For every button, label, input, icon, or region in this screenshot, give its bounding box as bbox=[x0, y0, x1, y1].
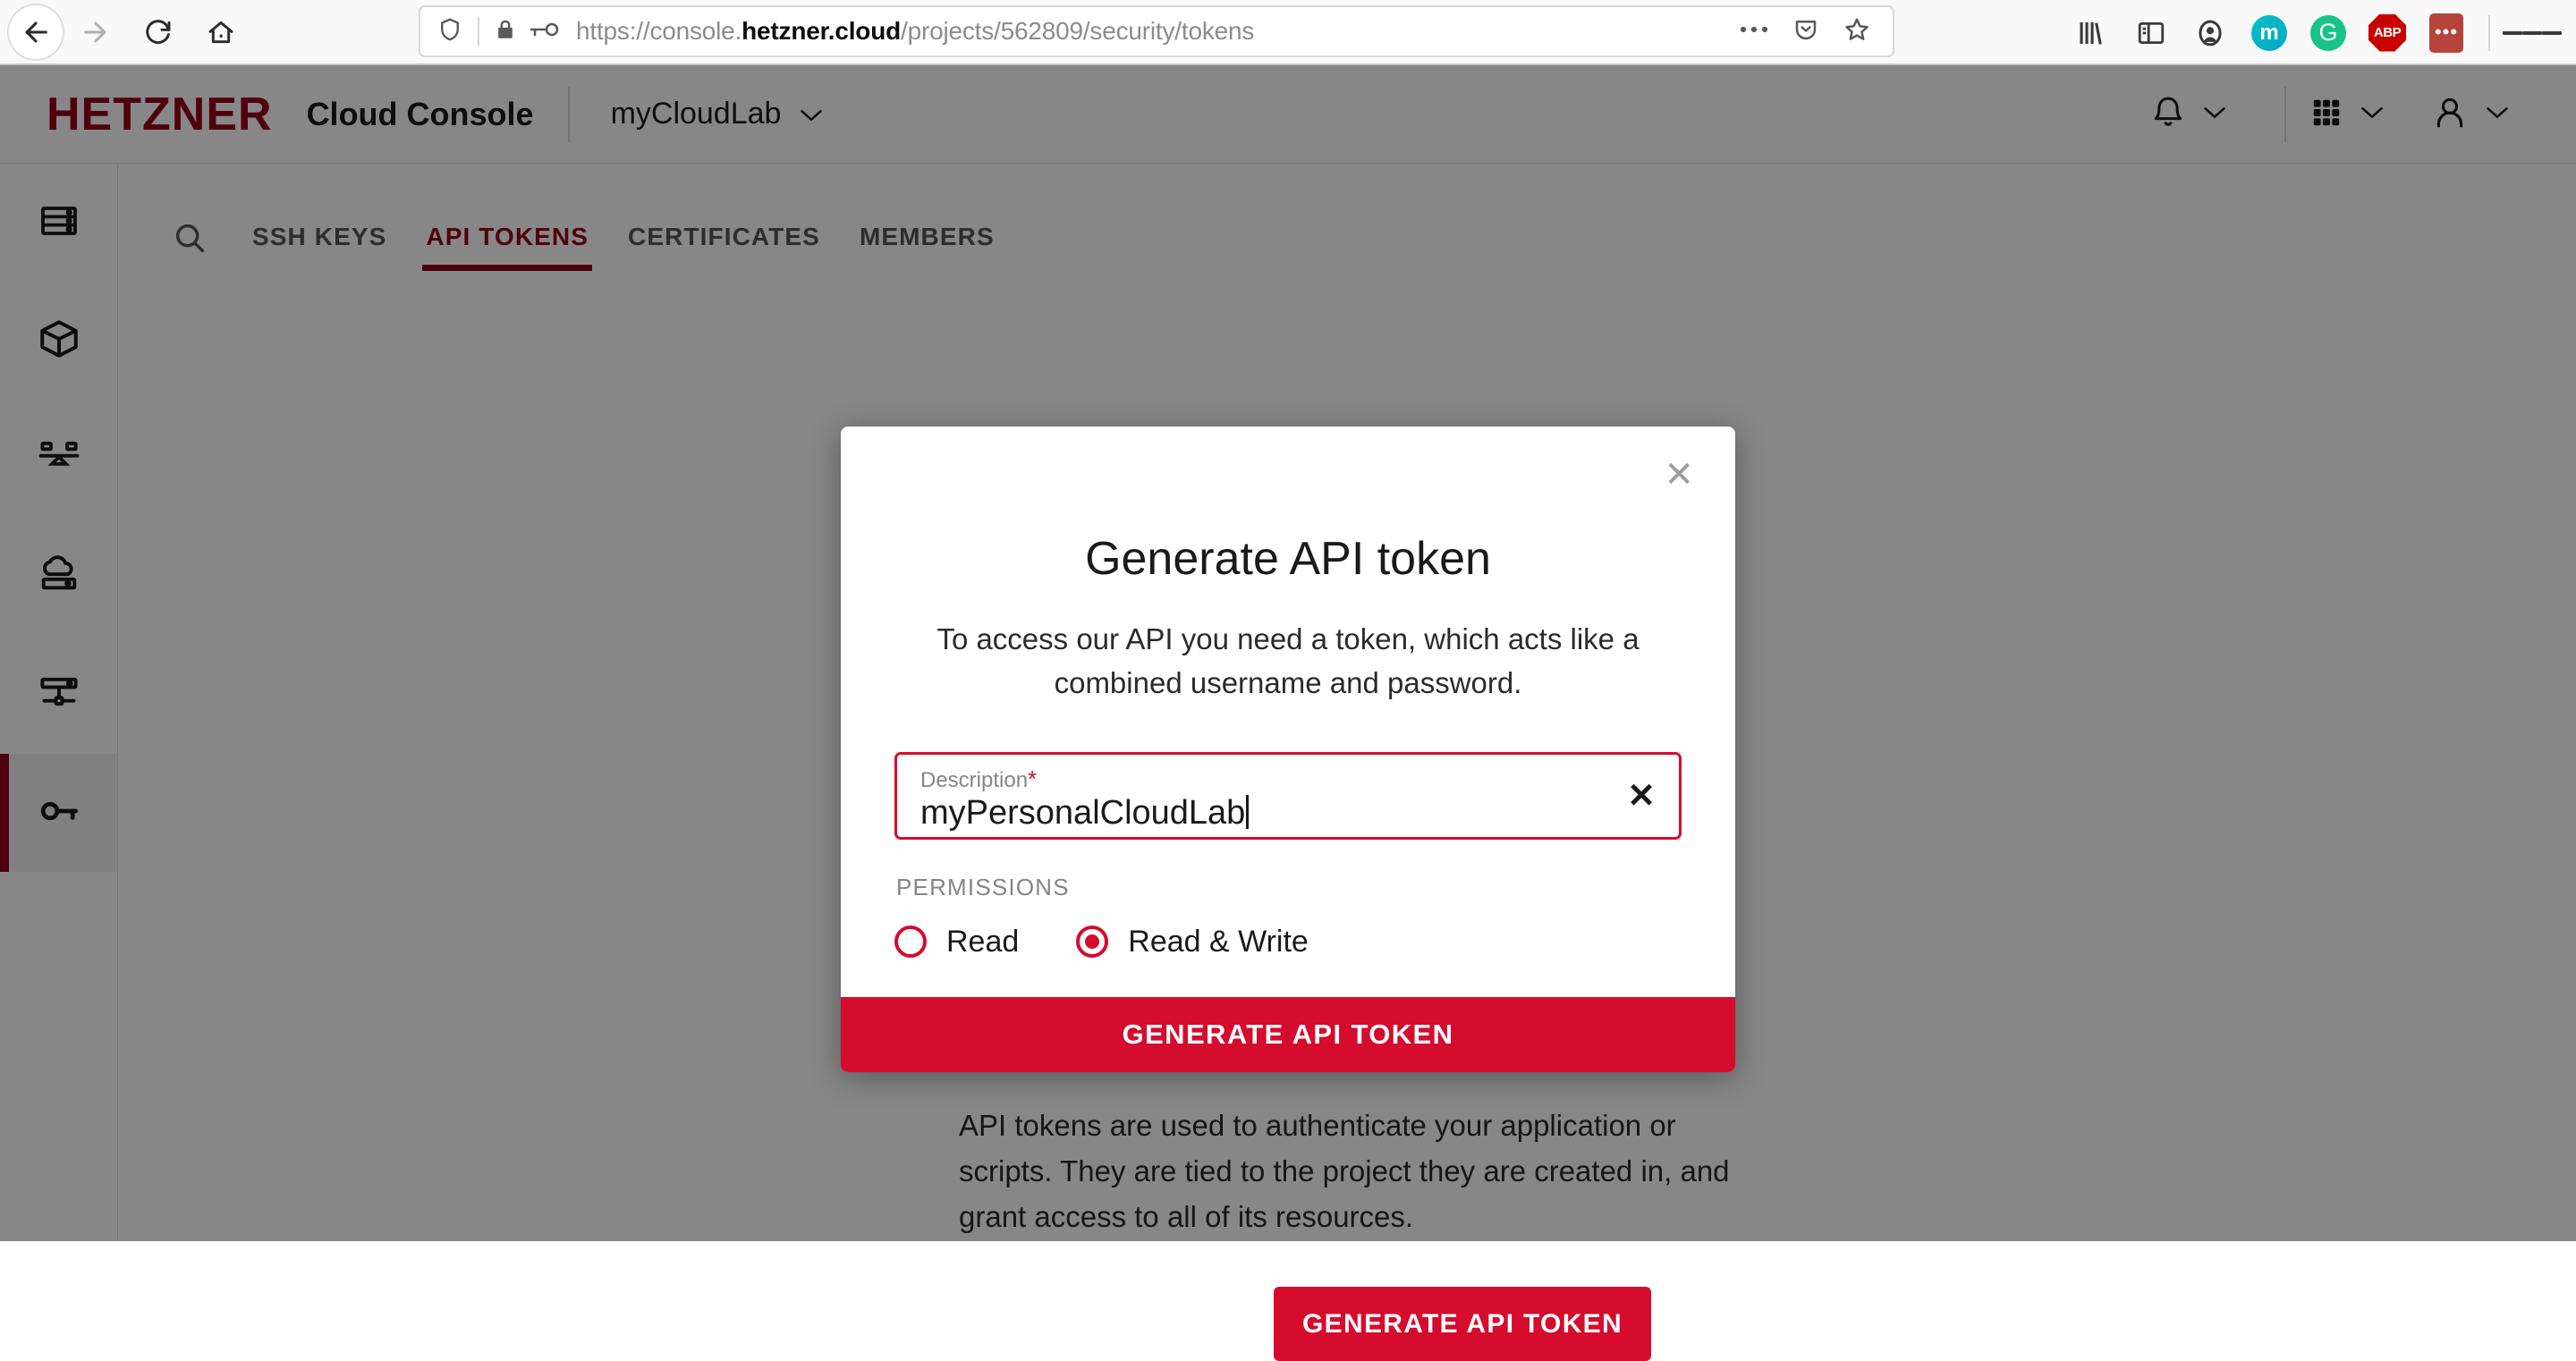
browser-toolbar: https://console.hetzner.cloud/projects/5… bbox=[0, 0, 2576, 65]
extension-m-badge: m bbox=[2251, 14, 2287, 51]
address-bar-actions bbox=[1739, 15, 1893, 48]
page-actions-ellipsis-icon[interactable] bbox=[1739, 23, 1769, 39]
url-host: hetzner.cloud bbox=[741, 17, 902, 45]
bookmark-star-icon[interactable] bbox=[1843, 15, 1871, 48]
home-icon bbox=[207, 18, 235, 46]
address-bar[interactable]: https://console.hetzner.cloud/projects/5… bbox=[419, 5, 1894, 57]
text-caret bbox=[1246, 794, 1250, 829]
home-button[interactable] bbox=[190, 5, 252, 59]
account-icon[interactable] bbox=[2181, 4, 2240, 63]
description-input[interactable]: myPersonalCloudLab bbox=[920, 793, 1250, 833]
forward-button bbox=[64, 5, 127, 59]
toolbar-divider bbox=[2488, 14, 2490, 51]
dialog-title: Generate API token bbox=[1085, 533, 1491, 585]
extension-dots-badge: ••• bbox=[2429, 13, 2463, 53]
radio-selected-dot bbox=[1085, 934, 1100, 950]
radio-read-write-indicator bbox=[1076, 926, 1109, 959]
navigation-buttons bbox=[0, 3, 252, 61]
url-text[interactable]: https://console.hetzner.cloud/projects/5… bbox=[560, 17, 1739, 46]
url-prefix: https://console. bbox=[576, 17, 742, 45]
radio-read-indicator bbox=[894, 926, 927, 959]
description-field-label: Description* bbox=[920, 765, 1037, 793]
radio-option-read-write[interactable]: Read & Write bbox=[1076, 925, 1309, 959]
generate-api-token-button[interactable]: GENERATE API TOKEN bbox=[1274, 1287, 1651, 1361]
forward-arrow-icon bbox=[80, 17, 111, 47]
permissions-label: PERMISSIONS bbox=[896, 873, 1070, 900]
sidebar-toggle-icon[interactable] bbox=[2122, 4, 2181, 63]
back-arrow-icon bbox=[21, 17, 51, 47]
submit-generate-api-token-button[interactable]: GENERATE API TOKEN bbox=[841, 997, 1735, 1072]
extension-abp-badge: ABP bbox=[2368, 13, 2406, 52]
extension-grammarly-badge: G bbox=[2310, 14, 2346, 51]
back-button[interactable] bbox=[7, 3, 64, 61]
extension-m-icon[interactable]: m bbox=[2240, 4, 2299, 63]
permissions-radio-group: Read Read & Write bbox=[894, 925, 1735, 959]
library-icon[interactable] bbox=[2063, 4, 2122, 63]
extension-dots-icon[interactable]: ••• bbox=[2417, 4, 2476, 63]
identity-divider bbox=[478, 17, 479, 46]
radio-read-write-label: Read & Write bbox=[1128, 924, 1309, 959]
reload-icon bbox=[144, 18, 173, 46]
saved-login-key-icon[interactable] bbox=[530, 20, 560, 44]
site-identity-block bbox=[420, 16, 560, 47]
reload-button[interactable] bbox=[127, 5, 190, 59]
close-icon[interactable]: ✕ bbox=[1664, 457, 1694, 493]
app-menu-icon[interactable] bbox=[2503, 4, 2562, 63]
padlock-icon[interactable] bbox=[494, 16, 517, 47]
browser-extension-toolbar: m G ABP ••• bbox=[2063, 0, 2576, 65]
url-path: /projects/562809/security/tokens bbox=[901, 17, 1255, 45]
extension-adblockplus-icon[interactable]: ABP bbox=[2358, 4, 2417, 63]
required-asterisk: * bbox=[1028, 765, 1038, 792]
clear-input-icon[interactable]: ✕ bbox=[1627, 775, 1656, 816]
description-field[interactable]: Description* myPersonalCloudLab ✕ bbox=[894, 751, 1682, 840]
description-label-text: Description bbox=[920, 767, 1029, 792]
extension-grammarly-icon[interactable]: G bbox=[2299, 4, 2358, 63]
generate-api-token-dialog: ✕ Generate API token To access our API y… bbox=[841, 427, 1735, 1072]
radio-option-read[interactable]: Read bbox=[894, 925, 1019, 959]
pocket-save-icon[interactable] bbox=[1792, 16, 1819, 47]
tracking-protection-shield-icon[interactable] bbox=[436, 16, 463, 47]
description-input-value: myPersonalCloudLab bbox=[920, 793, 1246, 832]
dialog-description: To access our API you need a token, whic… bbox=[936, 622, 1640, 699]
radio-read-label: Read bbox=[946, 924, 1020, 959]
